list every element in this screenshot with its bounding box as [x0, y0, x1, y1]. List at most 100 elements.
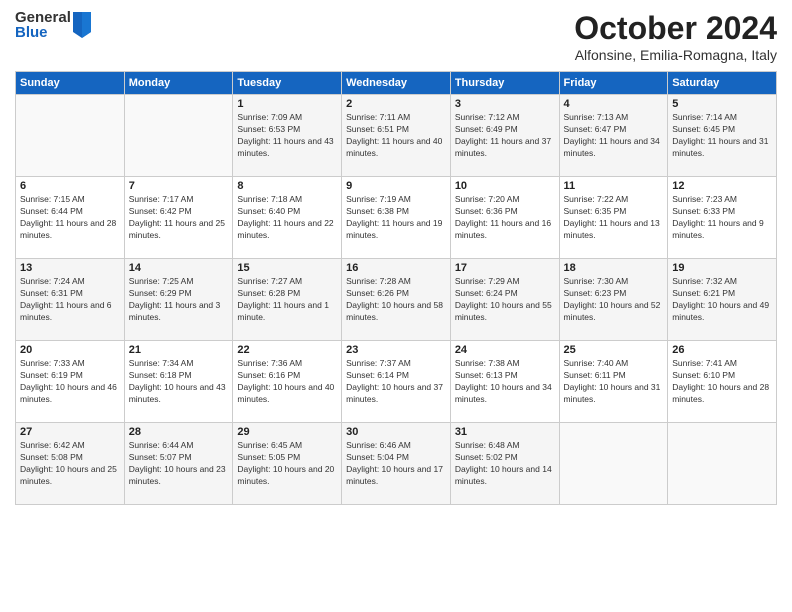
day-cell: 5 Sunrise: 7:14 AM Sunset: 6:45 PM Daylig… [668, 95, 777, 177]
day-number: 17 [455, 262, 555, 274]
day-info: Sunrise: 7:24 AM Sunset: 6:31 PM Dayligh… [20, 276, 120, 324]
day-number: 15 [237, 262, 337, 274]
day-info: Sunrise: 7:14 AM Sunset: 6:45 PM Dayligh… [672, 112, 772, 160]
day-cell: 8 Sunrise: 7:18 AM Sunset: 6:40 PM Daylig… [233, 177, 342, 259]
day-info: Sunrise: 7:41 AM Sunset: 6:10 PM Dayligh… [672, 358, 772, 406]
day-info: Sunrise: 7:15 AM Sunset: 6:44 PM Dayligh… [20, 194, 120, 242]
day-number: 8 [237, 180, 337, 192]
day-number: 7 [129, 180, 229, 192]
day-cell: 29Sunrise: 6:45 AM Sunset: 5:05 PM Dayli… [233, 423, 342, 505]
week-row-0: 1 Sunrise: 7:09 AM Sunset: 6:53 PM Daylig… [16, 95, 777, 177]
day-number: 9 [346, 180, 446, 192]
day-cell: 24 Sunrise: 7:38 AM Sunset: 6:13 PM Dayli… [450, 341, 559, 423]
day-cell: 28Sunrise: 6:44 AM Sunset: 5:07 PM Dayli… [124, 423, 233, 505]
day-number: 2 [346, 98, 446, 110]
day-number: 24 [455, 344, 555, 356]
day-cell [16, 95, 125, 177]
day-number: 1 [237, 98, 337, 110]
day-cell: 15 Sunrise: 7:27 AM Sunset: 6:28 PM Dayli… [233, 259, 342, 341]
day-number: 16 [346, 262, 446, 274]
day-info: Sunrise: 7:22 AM Sunset: 6:35 PM Dayligh… [564, 194, 664, 242]
day-info: Sunrise: 7:28 AM Sunset: 6:26 PM Dayligh… [346, 276, 446, 324]
day-cell: 26 Sunrise: 7:41 AM Sunset: 6:10 PM Dayli… [668, 341, 777, 423]
day-info: Sunrise: 7:11 AM Sunset: 6:51 PM Dayligh… [346, 112, 446, 160]
day-info: Sunrise: 7:20 AM Sunset: 6:36 PM Dayligh… [455, 194, 555, 242]
calendar-header: Sunday Monday Tuesday Wednesday Thursday… [16, 72, 777, 95]
week-row-4: 27 Sunrise: 6:42 AM Sunset: 5:08 PM Dayli… [16, 423, 777, 505]
day-info: Sunrise: 7:29 AM Sunset: 6:24 PM Dayligh… [455, 276, 555, 324]
day-info: Sunrise: 7:27 AM Sunset: 6:28 PM Dayligh… [237, 276, 337, 324]
day-info: Sunrise: 6:42 AM Sunset: 5:08 PM Dayligh… [20, 440, 120, 488]
day-cell: 10 Sunrise: 7:20 AM Sunset: 6:36 PM Dayli… [450, 177, 559, 259]
day-number: 23 [346, 344, 446, 356]
logo-text: General Blue [15, 10, 71, 40]
week-row-2: 13Sunrise: 7:24 AM Sunset: 6:31 PM Dayli… [16, 259, 777, 341]
day-info: Sunrise: 7:30 AM Sunset: 6:23 PM Dayligh… [564, 276, 664, 324]
day-cell: 17 Sunrise: 7:29 AM Sunset: 6:24 PM Dayli… [450, 259, 559, 341]
day-info: Sunrise: 7:37 AM Sunset: 6:14 PM Dayligh… [346, 358, 446, 406]
day-cell: 16 Sunrise: 7:28 AM Sunset: 6:26 PM Dayli… [342, 259, 451, 341]
day-cell: 27 Sunrise: 6:42 AM Sunset: 5:08 PM Dayli… [16, 423, 125, 505]
day-info: Sunrise: 7:38 AM Sunset: 6:13 PM Dayligh… [455, 358, 555, 406]
day-cell: 11 Sunrise: 7:22 AM Sunset: 6:35 PM Dayli… [559, 177, 668, 259]
day-number: 28 [129, 426, 229, 438]
col-saturday: Saturday [668, 72, 777, 95]
day-number: 21 [129, 344, 229, 356]
day-info: Sunrise: 7:40 AM Sunset: 6:11 PM Dayligh… [564, 358, 664, 406]
day-info: Sunrise: 6:48 AM Sunset: 5:02 PM Dayligh… [455, 440, 555, 488]
day-cell [559, 423, 668, 505]
day-number: 19 [672, 262, 772, 274]
logo-icon [71, 12, 93, 38]
day-number: 27 [20, 426, 120, 438]
location: Alfonsine, Emilia-Romagna, Italy [574, 47, 777, 63]
day-info: Sunrise: 7:17 AM Sunset: 6:42 PM Dayligh… [129, 194, 229, 242]
logo-blue: Blue [15, 25, 71, 40]
col-wednesday: Wednesday [342, 72, 451, 95]
page: General Blue October 2024 Alfonsine, Emi… [0, 0, 792, 612]
day-info: Sunrise: 7:34 AM Sunset: 6:18 PM Dayligh… [129, 358, 229, 406]
day-cell: 25 Sunrise: 7:40 AM Sunset: 6:11 PM Dayli… [559, 341, 668, 423]
day-number: 10 [455, 180, 555, 192]
day-cell: 2 Sunrise: 7:11 AM Sunset: 6:51 PM Daylig… [342, 95, 451, 177]
day-number: 14 [129, 262, 229, 274]
day-info: Sunrise: 7:19 AM Sunset: 6:38 PM Dayligh… [346, 194, 446, 242]
day-cell: 31 Sunrise: 6:48 AM Sunset: 5:02 PM Dayli… [450, 423, 559, 505]
day-number: 6 [20, 180, 120, 192]
day-number: 18 [564, 262, 664, 274]
day-number: 22 [237, 344, 337, 356]
day-number: 3 [455, 98, 555, 110]
day-number: 20 [20, 344, 120, 356]
day-cell: 19Sunrise: 7:32 AM Sunset: 6:21 PM Dayli… [668, 259, 777, 341]
day-cell: 4 Sunrise: 7:13 AM Sunset: 6:47 PM Daylig… [559, 95, 668, 177]
day-cell: 21 Sunrise: 7:34 AM Sunset: 6:18 PM Dayli… [124, 341, 233, 423]
day-number: 11 [564, 180, 664, 192]
day-info: Sunrise: 7:25 AM Sunset: 6:29 PM Dayligh… [129, 276, 229, 324]
day-cell: 6 Sunrise: 7:15 AM Sunset: 6:44 PM Daylig… [16, 177, 125, 259]
day-cell: 3 Sunrise: 7:12 AM Sunset: 6:49 PM Daylig… [450, 95, 559, 177]
day-number: 25 [564, 344, 664, 356]
col-sunday: Sunday [16, 72, 125, 95]
day-info: Sunrise: 7:18 AM Sunset: 6:40 PM Dayligh… [237, 194, 337, 242]
day-info: Sunrise: 6:46 AM Sunset: 5:04 PM Dayligh… [346, 440, 446, 488]
week-row-1: 6 Sunrise: 7:15 AM Sunset: 6:44 PM Daylig… [16, 177, 777, 259]
header: General Blue October 2024 Alfonsine, Emi… [15, 10, 777, 63]
week-row-3: 20Sunrise: 7:33 AM Sunset: 6:19 PM Dayli… [16, 341, 777, 423]
logo-general: General [15, 10, 71, 25]
day-info: Sunrise: 7:36 AM Sunset: 6:16 PM Dayligh… [237, 358, 337, 406]
day-info: Sunrise: 7:09 AM Sunset: 6:53 PM Dayligh… [237, 112, 337, 160]
col-tuesday: Tuesday [233, 72, 342, 95]
col-thursday: Thursday [450, 72, 559, 95]
day-cell: 12Sunrise: 7:23 AM Sunset: 6:33 PM Dayli… [668, 177, 777, 259]
calendar: Sunday Monday Tuesday Wednesday Thursday… [15, 71, 777, 505]
day-number: 26 [672, 344, 772, 356]
day-info: Sunrise: 7:12 AM Sunset: 6:49 PM Dayligh… [455, 112, 555, 160]
day-number: 30 [346, 426, 446, 438]
day-cell: 18 Sunrise: 7:30 AM Sunset: 6:23 PM Dayli… [559, 259, 668, 341]
day-number: 5 [672, 98, 772, 110]
title-block: October 2024 Alfonsine, Emilia-Romagna, … [574, 10, 777, 63]
day-cell: 23 Sunrise: 7:37 AM Sunset: 6:14 PM Dayli… [342, 341, 451, 423]
day-number: 4 [564, 98, 664, 110]
day-number: 12 [672, 180, 772, 192]
day-info: Sunrise: 7:13 AM Sunset: 6:47 PM Dayligh… [564, 112, 664, 160]
day-number: 31 [455, 426, 555, 438]
